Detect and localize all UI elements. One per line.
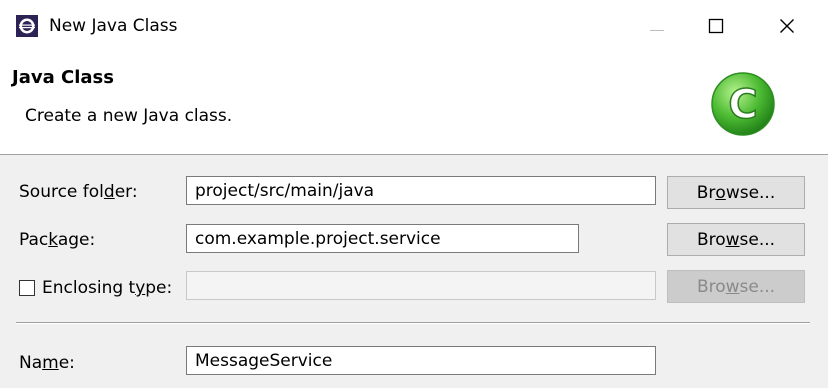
- source-folder-label: Source folder:: [19, 182, 138, 202]
- close-button[interactable]: [767, 10, 807, 42]
- minimize-button[interactable]: [637, 10, 677, 42]
- package-browse-button[interactable]: Bro w se...: [667, 223, 805, 256]
- name-input[interactable]: [186, 346, 656, 375]
- package-label: Package:: [19, 230, 96, 250]
- wizard-banner: Java Class Create a new Java class. C: [0, 52, 828, 155]
- enclosing-type-checkbox-row[interactable]: Enclosing type:: [19, 277, 172, 299]
- enclosing-type-label: Enclosing type:: [42, 278, 173, 298]
- separator: [16, 322, 810, 324]
- minimize-icon: [650, 30, 664, 31]
- title-bar[interactable]: New Java Class: [0, 0, 828, 52]
- svg-text:C: C: [728, 82, 757, 128]
- enclosing-type-checkbox[interactable]: [19, 280, 35, 296]
- banner-title: Java Class: [12, 67, 114, 88]
- window-title: New Java Class: [49, 16, 178, 36]
- package-input[interactable]: [186, 224, 579, 253]
- enclosing-type-browse-button: Bro w se...: [667, 270, 805, 303]
- banner-description: Create a new Java class.: [25, 106, 233, 126]
- source-folder-browse-button[interactable]: Br o wse...: [667, 176, 805, 209]
- close-icon: [780, 19, 794, 33]
- maximize-icon: [708, 18, 724, 34]
- source-folder-input[interactable]: [186, 176, 656, 205]
- eclipse-icon: [15, 14, 39, 38]
- enclosing-type-input: [186, 271, 656, 300]
- new-java-class-dialog: New Java Class Java Class Create a new J…: [0, 0, 828, 388]
- maximize-button[interactable]: [696, 10, 736, 42]
- form-area: Source folder: Browse... Package: Browse…: [0, 155, 828, 388]
- java-class-c-icon: C: [709, 68, 777, 138]
- name-label: Name:: [19, 353, 75, 373]
